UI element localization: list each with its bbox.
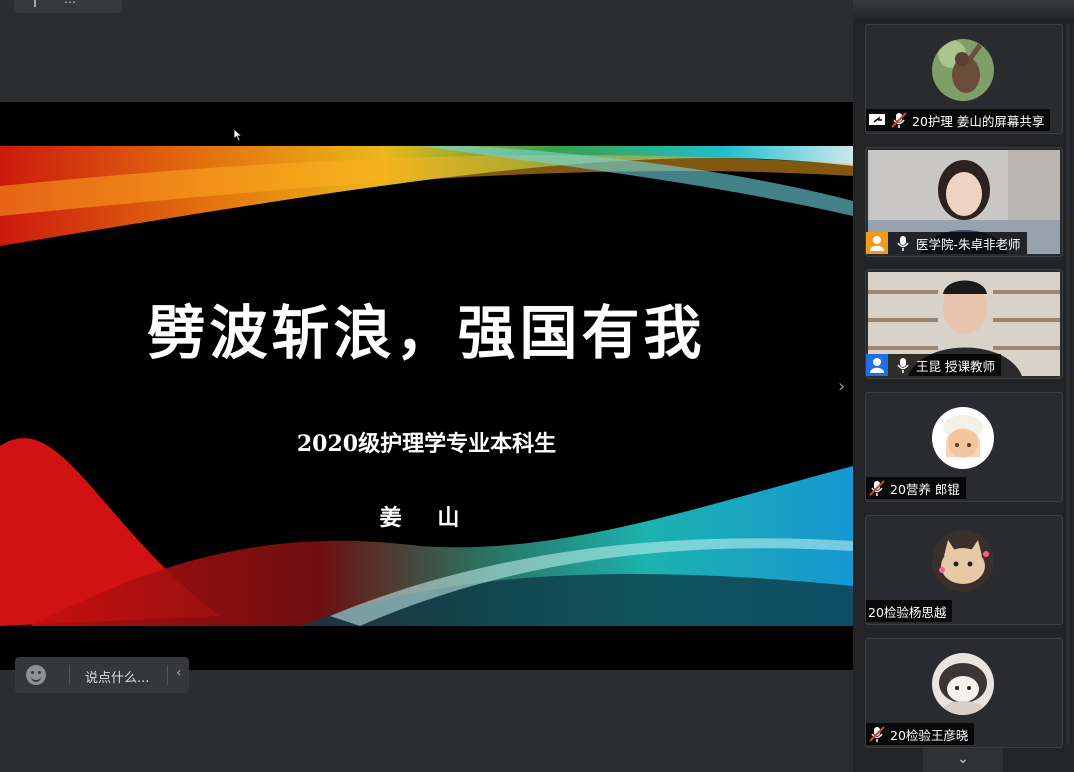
divider bbox=[167, 665, 168, 685]
presentation-slide: 劈波斩浪，强国有我 2020级护理学专业本科生 姜 山 bbox=[0, 146, 853, 626]
participant-tile[interactable]: 20检验杨思越 bbox=[865, 515, 1063, 625]
slide-swoosh-decoration bbox=[0, 146, 853, 626]
panel-scrollbar[interactable] bbox=[1066, 24, 1070, 744]
participant-name: 20营养 郎锟 bbox=[890, 481, 960, 497]
participant-tile[interactable]: 王昆 授课教师 bbox=[865, 269, 1063, 379]
chip-label: … bbox=[64, 0, 76, 6]
participant-name: 20护理 姜山的屏幕共享 bbox=[912, 113, 1045, 129]
participant-name: 医学院-朱卓非老师 bbox=[916, 236, 1021, 252]
participant-name: 20检验王彦晓 bbox=[890, 727, 969, 743]
participant-tile[interactable]: 医学院-朱卓非老师 bbox=[865, 147, 1063, 257]
toolbar-chip[interactable]: … bbox=[14, 0, 122, 13]
participant-label: 20营养 郎锟 bbox=[866, 477, 966, 499]
chevron-left-icon[interactable]: ‹ bbox=[176, 665, 182, 681]
participant-label: 20检验王彦晓 bbox=[866, 723, 975, 745]
participant-label: 医学院-朱卓非老师 bbox=[866, 232, 1027, 254]
chevron-down-icon[interactable]: ⌄ bbox=[923, 748, 1003, 772]
slide-subtitle: 2020级护理学专业本科生 bbox=[296, 431, 557, 457]
mic-muted-icon bbox=[868, 479, 886, 497]
participant-label: 20检验杨思越 bbox=[866, 600, 953, 622]
participant-label: 20护理 姜山的屏幕共享 bbox=[866, 109, 1051, 131]
panel-header bbox=[853, 0, 1074, 20]
emoji-icon[interactable] bbox=[26, 665, 46, 685]
avatar bbox=[932, 407, 994, 469]
person-badge-icon bbox=[866, 232, 888, 254]
mouse-cursor-icon bbox=[234, 129, 242, 141]
mic-muted-icon bbox=[890, 111, 908, 129]
divider bbox=[69, 665, 70, 685]
participant-tile[interactable]: 20检验王彦晓 bbox=[865, 638, 1063, 748]
chat-input-bar[interactable]: 说点什么... ‹ bbox=[15, 657, 189, 693]
chevron-right-icon[interactable]: › bbox=[838, 376, 845, 397]
mic-icon bbox=[894, 356, 912, 374]
screen-share-icon bbox=[868, 111, 886, 129]
shared-screen: 劈波斩浪，强国有我 2020级护理学专业本科生 姜 山 bbox=[0, 102, 853, 670]
participant-name: 王昆 授课教师 bbox=[916, 358, 995, 374]
participant-name: 20检验杨思越 bbox=[868, 604, 947, 620]
mic-icon bbox=[894, 234, 912, 252]
avatar bbox=[932, 39, 994, 101]
participant-tile[interactable]: 20护理 姜山的屏幕共享 bbox=[865, 24, 1063, 134]
participant-panel: 20护理 姜山的屏幕共享 医学院-朱卓非老师 王昆 授课教师 20营养 郎锟 2… bbox=[853, 0, 1074, 772]
avatar bbox=[932, 653, 994, 715]
mic-muted-icon bbox=[868, 725, 886, 743]
slide-author: 姜 山 bbox=[379, 505, 474, 531]
participant-label: 王昆 授课教师 bbox=[866, 354, 1001, 376]
chip-divider bbox=[34, 0, 36, 7]
person-badge-icon bbox=[866, 354, 888, 376]
chat-placeholder[interactable]: 说点什么... bbox=[85, 667, 149, 686]
avatar bbox=[932, 530, 994, 592]
slide-title: 劈波斩浪，强国有我 bbox=[147, 299, 706, 367]
participant-tile[interactable]: 20营养 郎锟 bbox=[865, 392, 1063, 502]
